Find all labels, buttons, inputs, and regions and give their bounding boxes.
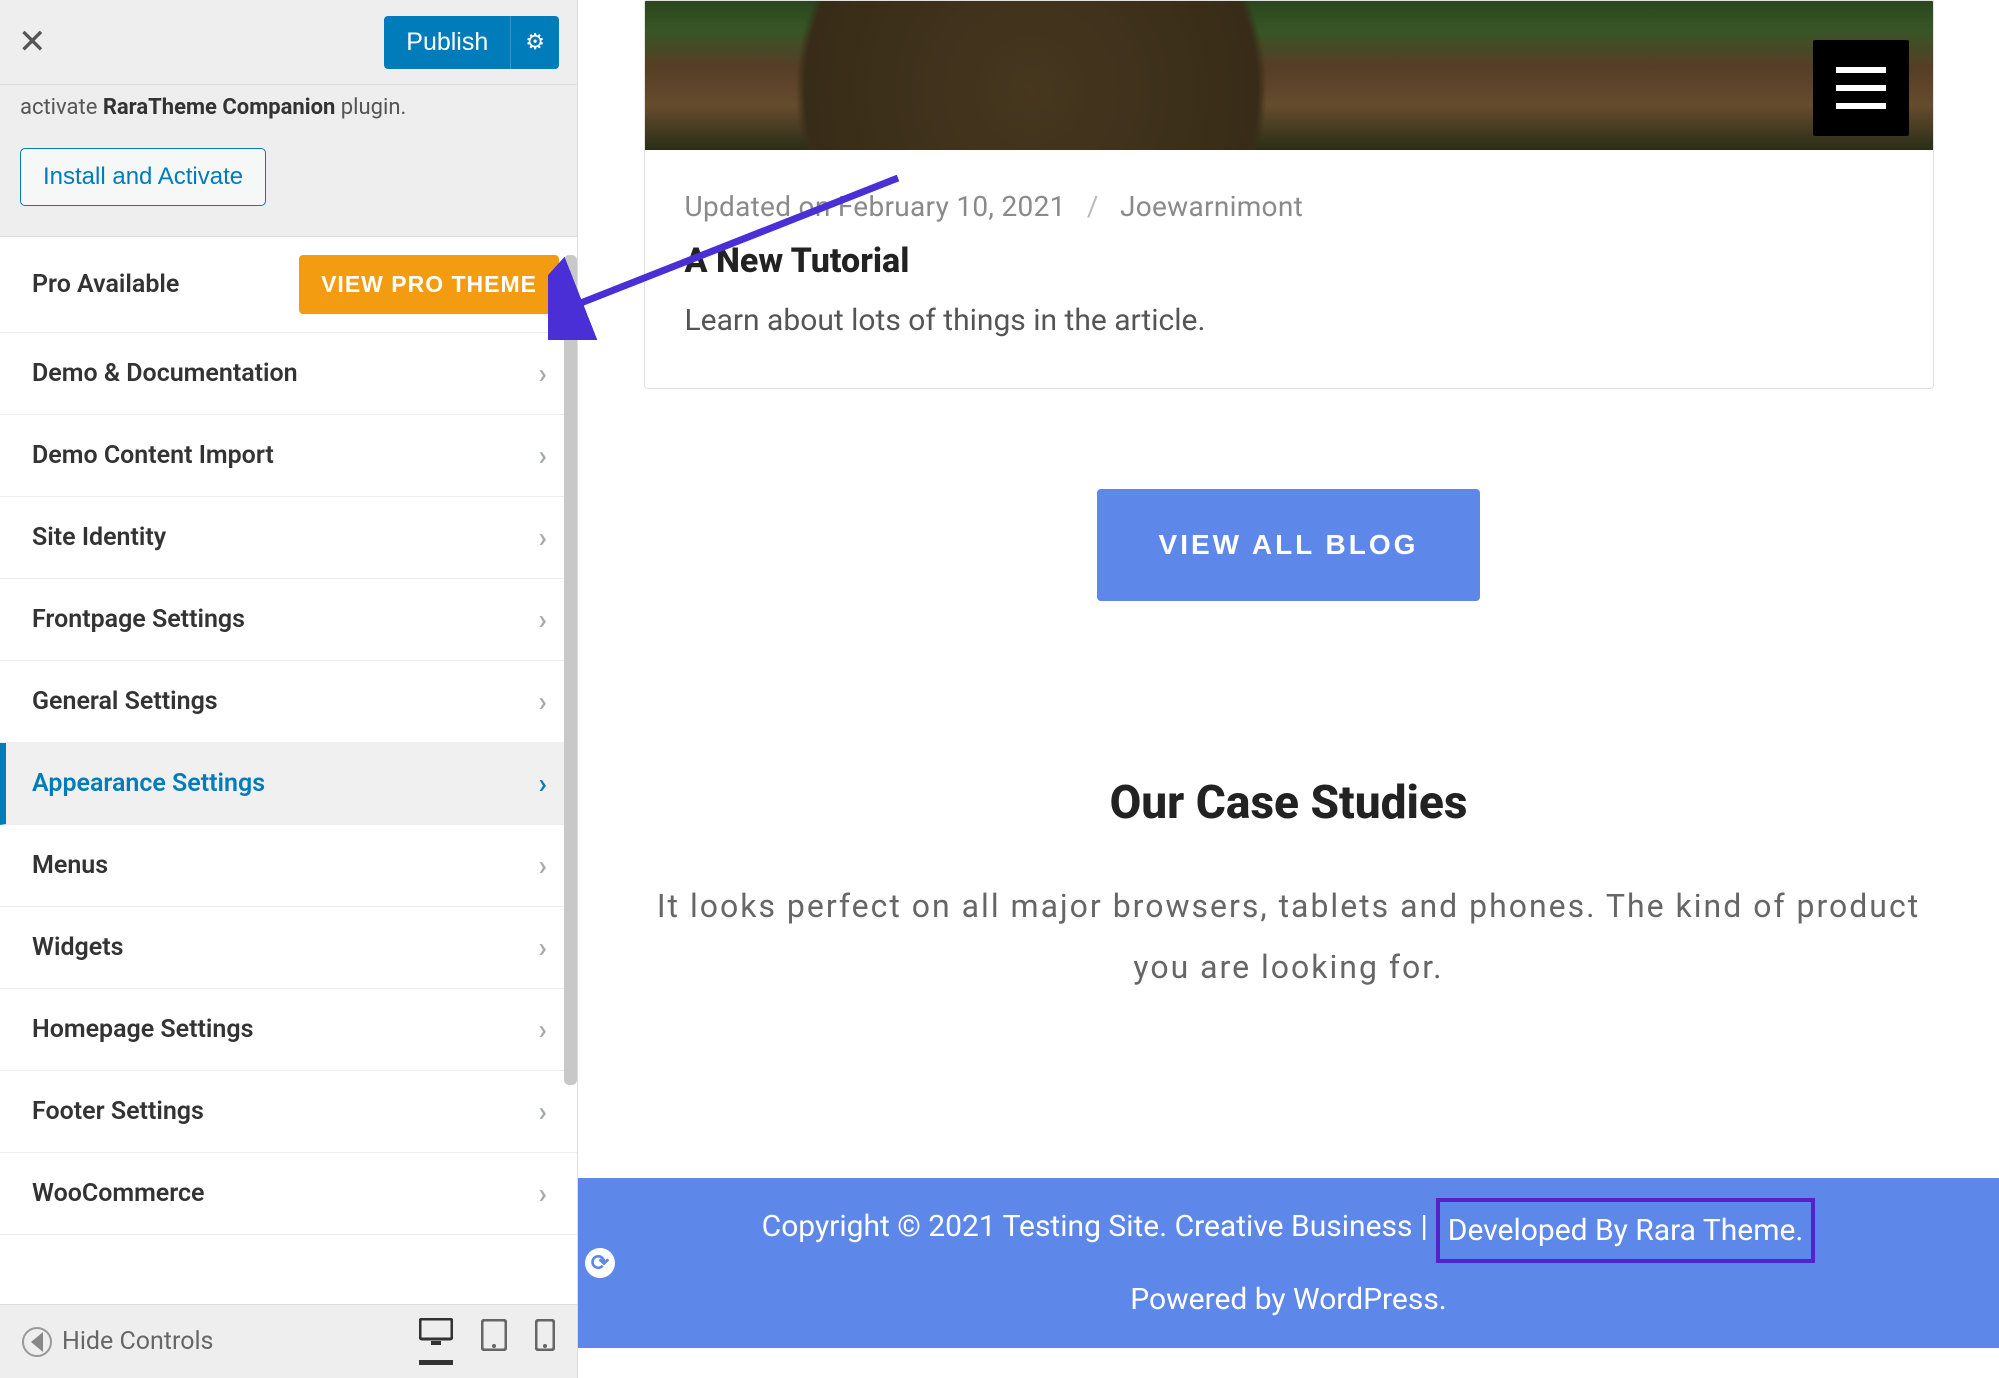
collapse-icon — [22, 1327, 52, 1357]
chevron-right-icon: › — [539, 849, 547, 882]
menu-item-label: Demo Content Import — [32, 441, 274, 470]
chevron-right-icon: › — [539, 767, 547, 800]
post-updated-date: Updated on February 10, 2021 — [685, 190, 1066, 223]
customizer-menu-item[interactable]: WooCommerce › — [0, 1153, 577, 1235]
footer-powered-by: Powered by WordPress. — [1130, 1271, 1446, 1328]
install-activate-button[interactable]: Install and Activate — [20, 148, 266, 206]
plugin-notice: activate RaraTheme Companion plugin. Ins… — [0, 85, 577, 237]
publish-button-group: Publish ⚙ — [384, 16, 559, 69]
view-all-blog-button[interactable]: VIEW ALL BLOG — [1097, 489, 1481, 601]
panel-header: ✕ Publish ⚙ — [0, 0, 577, 85]
pro-available-label: Pro Available — [32, 270, 179, 299]
chevron-right-icon: › — [539, 521, 547, 554]
view-pro-theme-button[interactable]: VIEW PRO THEME — [299, 255, 559, 314]
chevron-right-icon: › — [539, 931, 547, 964]
post-title[interactable]: A New Tutorial — [685, 241, 1893, 281]
menu-item-label: Widgets — [32, 933, 123, 962]
gear-icon: ⚙ — [525, 30, 545, 55]
panel-footer: Hide Controls — [0, 1304, 577, 1378]
hide-controls-label: Hide Controls — [62, 1327, 213, 1356]
hide-controls-button[interactable]: Hide Controls — [22, 1327, 405, 1357]
mobile-icon[interactable] — [535, 1319, 555, 1365]
chevron-right-icon: › — [539, 1013, 547, 1046]
chevron-right-icon: › — [539, 1095, 547, 1128]
customizer-menu-item[interactable]: Footer Settings › — [0, 1071, 577, 1153]
post-author[interactable]: Joewarnimont — [1120, 190, 1303, 223]
customizer-menu-item[interactable]: Demo & Documentation › — [0, 333, 577, 415]
post-excerpt: Learn about lots of things in the articl… — [685, 303, 1893, 338]
menu-item-label: General Settings — [32, 687, 218, 716]
footer-badge-icon: ⟳ — [585, 1248, 615, 1278]
panel-scrollbar[interactable] — [564, 255, 577, 1085]
meta-divider: / — [1073, 190, 1113, 223]
post-meta: Updated on February 10, 2021 / Joewarnim… — [685, 190, 1893, 223]
customizer-menu-item[interactable]: Homepage Settings › — [0, 989, 577, 1071]
menu-item-label: Footer Settings — [32, 1097, 204, 1126]
device-preview-toggle — [419, 1318, 555, 1365]
publish-button[interactable]: Publish — [384, 16, 510, 69]
menu-item-label: Menus — [32, 851, 108, 880]
hamburger-line — [1836, 85, 1886, 91]
menu-item-label: Appearance Settings — [32, 769, 265, 798]
post-featured-image — [644, 0, 1934, 150]
footer-separator: | — [1420, 1198, 1427, 1263]
panel-scroll-area: ✕ Publish ⚙ activate RaraTheme Companion… — [0, 0, 577, 1304]
site-footer: ⟳ Copyright © 2021 Testing Site. Creativ… — [578, 1178, 1999, 1348]
site-preview: Updated on February 10, 2021 / Joewarnim… — [578, 0, 1999, 1378]
customizer-menu-item[interactable]: Widgets › — [0, 907, 577, 989]
menu-item-label: Frontpage Settings — [32, 605, 245, 634]
menu-item-label: WooCommerce — [32, 1179, 205, 1208]
customizer-menu-item[interactable]: Frontpage Settings › — [0, 579, 577, 661]
pro-row: Pro Available VIEW PRO THEME — [0, 237, 577, 333]
footer-copyright: Copyright © 2021 Testing Site. Creative … — [762, 1198, 1413, 1263]
customizer-menu-item[interactable]: Menus › — [0, 825, 577, 907]
customizer-menu-item[interactable]: Site Identity › — [0, 497, 577, 579]
menu-item-label: Homepage Settings — [32, 1015, 253, 1044]
chevron-right-icon: › — [539, 685, 547, 718]
customizer-panel: ✕ Publish ⚙ activate RaraTheme Companion… — [0, 0, 578, 1378]
chevron-right-icon: › — [539, 603, 547, 636]
hamburger-menu-button[interactable] — [1813, 40, 1909, 136]
publish-settings-button[interactable]: ⚙ — [510, 16, 559, 69]
chevron-right-icon: › — [539, 1177, 547, 1210]
notice-text: activate RaraTheme Companion plugin. — [20, 95, 557, 120]
menu-item-label: Demo & Documentation — [32, 359, 298, 388]
customizer-menu-item[interactable]: Appearance Settings › — [0, 743, 577, 825]
close-icon[interactable]: ✕ — [18, 25, 47, 59]
customizer-menu-item[interactable]: General Settings › — [0, 661, 577, 743]
app-root: ✕ Publish ⚙ activate RaraTheme Companion… — [0, 0, 1999, 1378]
footer-text: Copyright © 2021 Testing Site. Creative … — [608, 1198, 1969, 1328]
chevron-right-icon: › — [539, 357, 547, 390]
customizer-menu-item[interactable]: Demo Content Import › — [0, 415, 577, 497]
chevron-right-icon: › — [539, 439, 547, 472]
footer-developed-by[interactable]: Developed By Rara Theme. — [1436, 1198, 1816, 1263]
case-studies-subtitle: It looks perfect on all major browsers, … — [649, 876, 1929, 998]
hamburger-line — [1836, 103, 1886, 109]
desktop-icon[interactable] — [419, 1318, 453, 1365]
case-studies-heading: Our Case Studies — [600, 776, 1977, 830]
post-card: Updated on February 10, 2021 / Joewarnim… — [644, 150, 1934, 389]
menu-item-label: Site Identity — [32, 523, 166, 552]
tablet-icon[interactable] — [481, 1319, 507, 1365]
hamburger-line — [1836, 67, 1886, 73]
customizer-menu-list: Demo & Documentation›Demo Content Import… — [0, 333, 577, 1235]
